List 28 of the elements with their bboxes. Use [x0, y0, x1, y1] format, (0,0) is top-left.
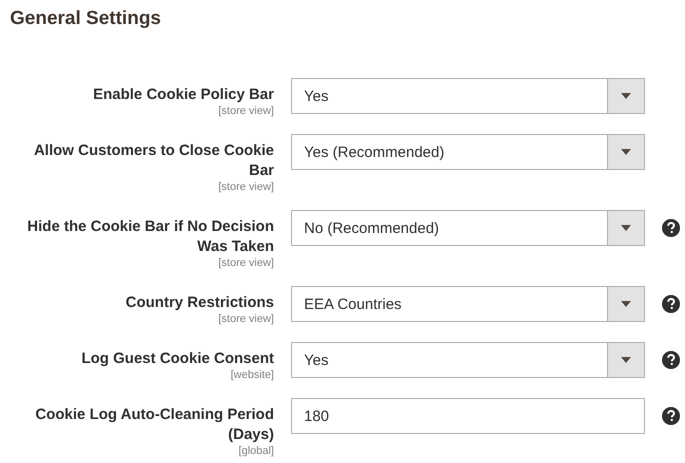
scope-label: [store view]: [217, 257, 274, 270]
section-title: General Settings: [10, 8, 162, 30]
scope-label: [website]: [230, 369, 274, 382]
field-label: Cookie Log Auto-Cleaning Period (Days): [34, 405, 274, 445]
scope-label: [store view]: [217, 105, 274, 118]
dropdown[interactable]: Yes (Recommended): [291, 134, 645, 170]
help-icon[interactable]: [662, 295, 680, 313]
field-label: Allow Customers to Close Cookie Bar: [32, 141, 274, 181]
field-label: Log Guest Cookie Consent: [80, 349, 274, 369]
caret-icon: [621, 357, 631, 363]
dropdown[interactable]: Yes: [291, 78, 645, 114]
dropdown[interactable]: Yes: [291, 342, 645, 378]
field-label: Enable Cookie Policy Bar: [92, 85, 274, 105]
caret-icon: [621, 301, 631, 307]
field-label: Hide the Cookie Bar if No Decision Was Taken: [26, 217, 274, 257]
help-icon[interactable]: [662, 407, 680, 425]
help-icon[interactable]: [662, 219, 680, 237]
caret-icon: [621, 225, 631, 231]
input-field[interactable]: 180: [291, 398, 645, 434]
caret-icon: [621, 149, 631, 155]
caret-icon: [621, 93, 631, 99]
scope-label: [store view]: [217, 181, 274, 194]
scope-label: [global]: [238, 445, 274, 458]
dropdown[interactable]: No (Recommended): [291, 210, 645, 246]
help-icon[interactable]: [662, 351, 680, 369]
scope-label: [store view]: [217, 313, 274, 326]
dropdown[interactable]: EEA Countries: [291, 286, 645, 322]
field-label: Country Restrictions: [124, 293, 274, 313]
